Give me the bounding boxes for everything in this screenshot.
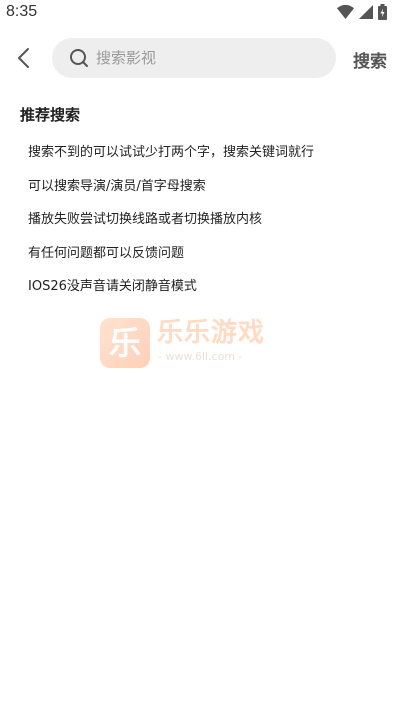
chevron-left-icon (18, 48, 29, 68)
recommend-tip: 可以搜索导演/演员/首字母搜索 (28, 178, 206, 194)
recommend-tip: IOS26没声音请关闭静音模式 (28, 279, 197, 294)
status-time: 8:35 (6, 3, 38, 20)
back-button[interactable] (14, 46, 36, 70)
recommend-title: 推荐搜索 (20, 106, 81, 124)
watermark-brand: 乐乐游戏 (157, 318, 266, 348)
recommend-tips-list: 搜索不到的可以试试少打两个字，搜索关键词就行 可以搜索导演/演员/首字母搜索 播… (28, 143, 388, 311)
recommend-tip: 播放失败尝试切换线路或者切换播放内核 (28, 212, 263, 227)
battery-icon (378, 4, 387, 20)
status-bar: 8:35 (0, 0, 407, 26)
watermark-url: - www.6ll.com - (158, 350, 243, 363)
recommend-tip: 搜索不到的可以试试少打两个字，搜索关键词就行 (28, 145, 315, 160)
search-input[interactable] (96, 49, 316, 67)
search-header: 搜索 (0, 38, 407, 78)
watermark: 乐 乐乐游戏 - www.6ll.com - (100, 318, 270, 370)
watermark-logo: 乐 (100, 318, 150, 368)
wifi-icon (337, 5, 354, 19)
search-button[interactable]: 搜索 (353, 47, 387, 72)
status-icons (337, 4, 387, 20)
recommend-tip: 有任何问题都可以反馈问题 (28, 245, 185, 261)
search-icon (70, 49, 88, 67)
cellular-signal-icon (359, 5, 373, 19)
search-box[interactable] (52, 38, 336, 78)
